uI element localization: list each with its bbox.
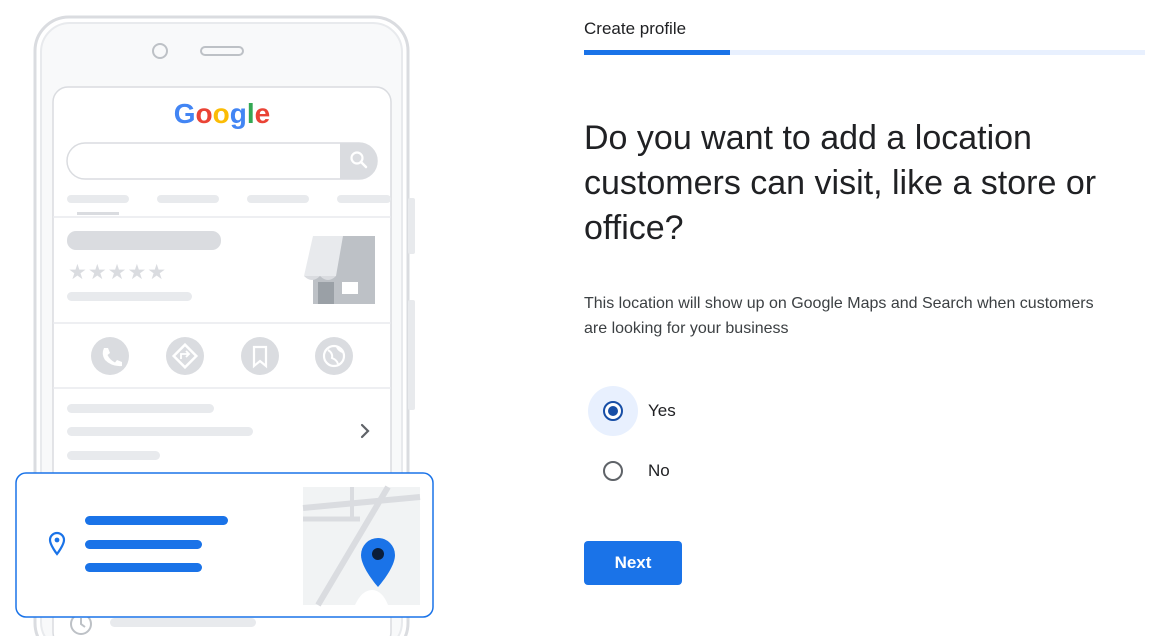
phone-icon <box>91 337 129 375</box>
rating-stars: ★★★★★ <box>68 260 167 284</box>
radio-yes[interactable] <box>603 401 623 421</box>
phone-illustration: Google ★★★★★ <box>0 0 450 641</box>
next-button[interactable]: Next <box>584 541 682 585</box>
logo-letter: l <box>247 98 255 129</box>
step-title: Create profile <box>584 19 687 38</box>
radio-halo <box>588 446 638 496</box>
search-bar <box>66 142 378 180</box>
radio-label-yes: Yes <box>648 401 676 420</box>
logo-letter: o <box>213 98 230 129</box>
logo-letter: g <box>230 98 247 129</box>
radio-halo <box>588 386 638 436</box>
radio-no[interactable] <box>603 461 623 481</box>
logo-letter: o <box>196 98 213 129</box>
radio-dot <box>608 406 618 416</box>
radio-option-no[interactable]: No <box>588 446 670 496</box>
progress-bar <box>584 50 1145 55</box>
radio-label-no: No <box>648 461 670 480</box>
page-title: Do you want to add a location customers … <box>584 119 1097 247</box>
progress-fill <box>584 50 730 55</box>
map-thumbnail <box>302 485 421 607</box>
description: This location will show up on Google Map… <box>584 295 1094 337</box>
logo-letter: G <box>174 98 196 129</box>
globe-icon <box>315 337 353 375</box>
bookmark-icon <box>241 337 279 375</box>
google-logo: Google <box>174 98 270 129</box>
logo-letter: e <box>255 98 271 129</box>
radio-option-yes[interactable]: Yes <box>588 386 676 436</box>
directions-icon <box>166 337 204 375</box>
create-profile-panel: Create profile Do you want to add a loca… <box>584 0 1159 636</box>
storefront-icon <box>304 236 375 304</box>
